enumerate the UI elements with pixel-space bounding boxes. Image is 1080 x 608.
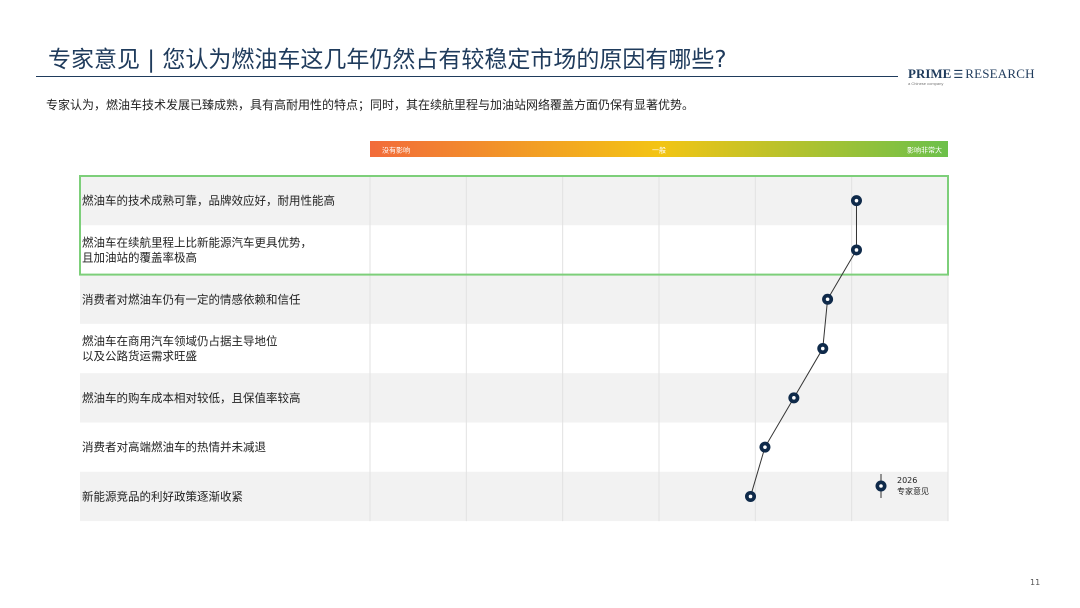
category-label: 消费者对高端燃油车的热情并未减退 (82, 440, 266, 454)
data-point-center (748, 494, 753, 499)
data-point-center (854, 248, 859, 252)
category-label: 燃油车在续航里程上比新能源汽车更具优势， (82, 235, 312, 249)
data-point-center (854, 198, 859, 203)
category-label: 新能源竞品的利好政策逐渐收紧 (82, 489, 243, 503)
category-label: 燃油车在商用汽车领域仍占据主导地位 (82, 334, 278, 348)
scale-label: 没有影响 (382, 146, 410, 155)
legend-label: 2026 (897, 476, 917, 485)
scale-label: 影响非常大 (907, 146, 942, 155)
category-label: 燃油车的购车成本相对较低，且保值率较高 (82, 391, 301, 405)
legend-label: 专家意见 (897, 486, 929, 496)
data-point-center (820, 346, 825, 351)
row-background (80, 225, 948, 275)
data-point-center (825, 297, 830, 302)
category-label: 以及公路货运需求旺盛 (82, 349, 197, 363)
impact-chart: 没有影响 一般 影响非常大燃油车的技术成熟可靠，品牌效应好，耐用性能高燃油车在续航里… (79, 141, 949, 522)
data-point-center (763, 445, 767, 449)
scale-label: 一般 (652, 146, 666, 155)
data-point-center (792, 396, 796, 400)
category-label: 燃油车的技术成熟可靠，品牌效应好，耐用性能高 (82, 194, 335, 208)
page-number: 11 (1030, 578, 1041, 587)
legend-marker-center (879, 484, 883, 488)
category-label: 且加油站的覆盖率极高 (82, 250, 197, 264)
category-label: 消费者对燃油车仍有一定的情感依赖和信任 (82, 292, 301, 306)
